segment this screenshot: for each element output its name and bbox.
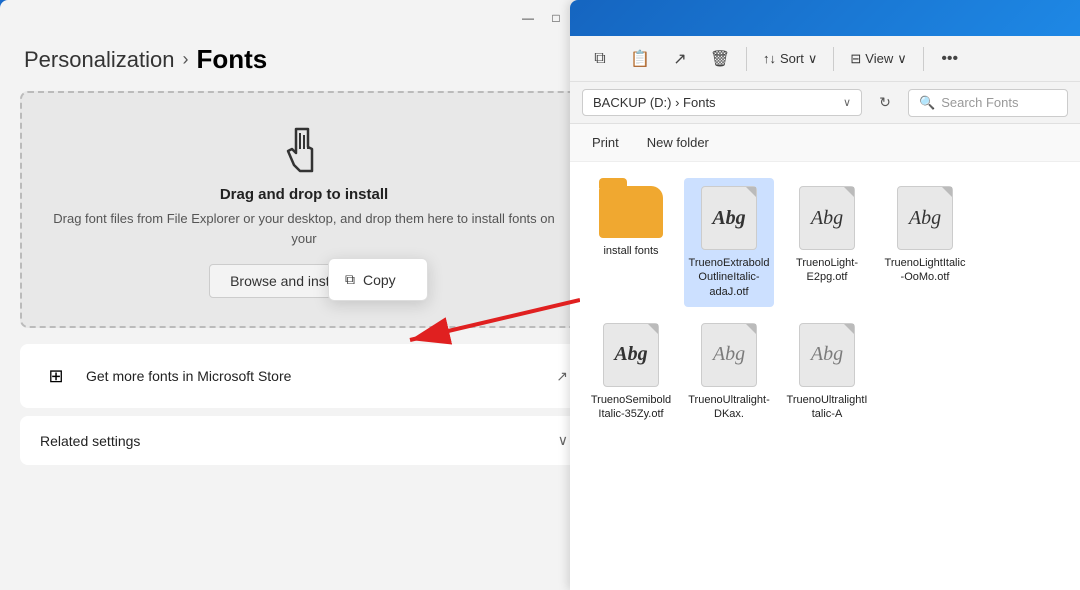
list-item[interactable]: Abg TruenoExtraboldOutlineItalic-adaJ.ot… bbox=[684, 178, 774, 307]
related-settings-label: Related settings bbox=[40, 433, 140, 449]
chevron-down-icon: ∨ bbox=[558, 432, 568, 449]
sort-icon: ↑↓ bbox=[763, 51, 776, 66]
breadcrumb-separator: › bbox=[182, 49, 188, 70]
list-item[interactable]: Abg TruenoSemiboldItalic-35Zy.otf bbox=[586, 315, 676, 430]
explorer-toolbar: ⧉ 📋 ↗ 🗑 ↑↓ Sort ∨ ⊟ View ∨ ••• bbox=[570, 36, 1080, 82]
explorer-titlebar bbox=[570, 0, 1080, 36]
file-label: TruenoLight-E2pg.otf bbox=[786, 256, 868, 285]
share-toolbar-button[interactable]: ↗ bbox=[662, 41, 698, 77]
toolbar-separator-2 bbox=[833, 47, 834, 71]
search-icon: 🔍 bbox=[919, 95, 935, 111]
address-path[interactable]: BACKUP (D:) › Fonts ∨ bbox=[582, 89, 862, 116]
explorer-addressbar: BACKUP (D:) › Fonts ∨ ↻ 🔍 Search Fonts bbox=[570, 82, 1080, 124]
copy-icon: ⧉ bbox=[345, 271, 355, 288]
copy-label: Copy bbox=[363, 272, 396, 288]
get-more-fonts-card[interactable]: ⊞ Get more fonts in Microsoft Store ↗ bbox=[20, 344, 588, 408]
external-link-icon: ↗ bbox=[556, 368, 568, 385]
file-label: TruenoUltralight-DKax. bbox=[688, 393, 770, 422]
minimize-button[interactable]: — bbox=[516, 6, 540, 30]
font-file-icon: Abg bbox=[799, 323, 855, 387]
folder-icon bbox=[599, 186, 663, 238]
more-options-button[interactable]: ••• bbox=[932, 41, 968, 77]
breadcrumb: Personalization › Fonts bbox=[0, 36, 608, 91]
drop-description: Drag font files from File Explorer or yo… bbox=[42, 209, 566, 248]
view-label: View bbox=[865, 51, 893, 66]
view-button[interactable]: ⊟ View ∨ bbox=[842, 41, 914, 77]
sort-button[interactable]: ↑↓ Sort ∨ bbox=[755, 41, 825, 77]
font-file-icon: Abg bbox=[799, 186, 855, 250]
file-label: TruenoSemiboldItalic-35Zy.otf bbox=[590, 393, 672, 422]
view-chevron-icon: ∨ bbox=[897, 51, 907, 67]
explorer-file-grid: install fonts Abg TruenoExtraboldOutline… bbox=[570, 162, 1080, 590]
copy-toolbar-button[interactable]: ⧉ bbox=[582, 41, 618, 77]
breadcrumb-current: Fonts bbox=[196, 44, 267, 75]
font-file-icon: Abg bbox=[701, 323, 757, 387]
settings-window: — □ ✕ Personalization › Fonts Drag and d… bbox=[0, 0, 608, 590]
file-label: TruenoLightItalic-OoMo.otf bbox=[884, 256, 966, 285]
settings-content: Drag and drop to install Drag font files… bbox=[0, 91, 608, 590]
file-label: TruenoExtraboldOutlineItalic-adaJ.otf bbox=[688, 256, 770, 299]
explorer-actions: Print New folder bbox=[570, 124, 1080, 162]
context-menu: ⧉ Copy bbox=[328, 258, 428, 301]
file-label: install fonts bbox=[603, 244, 658, 258]
font-file-icon: Abg bbox=[701, 186, 757, 250]
store-label: Get more fonts in Microsoft Store bbox=[86, 368, 291, 384]
breadcrumb-parent[interactable]: Personalization bbox=[24, 47, 174, 73]
font-file-icon: Abg bbox=[603, 323, 659, 387]
list-item[interactable]: Abg TruenoLight-E2pg.otf bbox=[782, 178, 872, 307]
settings-titlebar: — □ ✕ bbox=[0, 0, 608, 36]
sort-label: Sort bbox=[780, 51, 804, 66]
search-box[interactable]: 🔍 Search Fonts bbox=[908, 89, 1068, 117]
new-folder-button[interactable]: New folder bbox=[637, 131, 719, 154]
drop-title: Drag and drop to install bbox=[42, 186, 566, 203]
paste-toolbar-button[interactable]: 📋 bbox=[622, 41, 658, 77]
file-label: TruenoUltralightItalic-A bbox=[786, 393, 868, 422]
list-item[interactable]: Abg TruenoLightItalic-OoMo.otf bbox=[880, 178, 970, 307]
maximize-button[interactable]: □ bbox=[544, 6, 568, 30]
toolbar-separator bbox=[746, 47, 747, 71]
refresh-button[interactable]: ↻ bbox=[870, 88, 900, 118]
address-text: BACKUP (D:) › Fonts bbox=[593, 95, 716, 110]
explorer-window: ⧉ 📋 ↗ 🗑 ↑↓ Sort ∨ ⊟ View ∨ ••• BACKUP (D… bbox=[570, 0, 1080, 590]
search-placeholder: Search Fonts bbox=[941, 95, 1018, 110]
copy-menu-item[interactable]: ⧉ Copy bbox=[329, 263, 427, 296]
related-settings-card[interactable]: Related settings ∨ bbox=[20, 416, 588, 465]
list-item[interactable]: Abg TruenoUltralight-DKax. bbox=[684, 315, 774, 430]
store-icon: ⊞ bbox=[40, 360, 72, 392]
sort-chevron-icon: ∨ bbox=[808, 51, 818, 67]
font-file-icon: Abg bbox=[897, 186, 953, 250]
toolbar-separator-3 bbox=[923, 47, 924, 71]
delete-toolbar-button[interactable]: 🗑 bbox=[702, 41, 738, 77]
list-item[interactable]: Abg TruenoUltralightItalic-A bbox=[782, 315, 872, 430]
drop-zone[interactable]: Drag and drop to install Drag font files… bbox=[20, 91, 588, 328]
list-item[interactable]: install fonts bbox=[586, 178, 676, 307]
view-icon: ⊟ bbox=[850, 51, 861, 67]
print-button[interactable]: Print bbox=[582, 131, 629, 154]
address-chevron-icon: ∨ bbox=[843, 96, 851, 109]
